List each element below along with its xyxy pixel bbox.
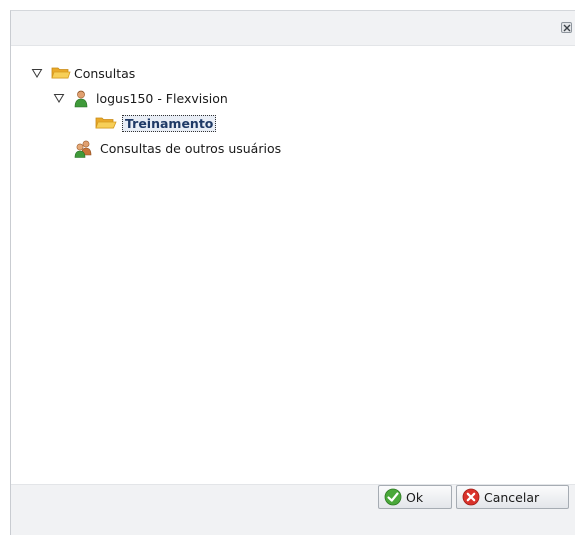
tree-node-other-users[interactable]: Consultas de outros usuários [73,139,282,158]
save-query-dialog: Consultas logus150 - Flexvision Treiname… [10,10,575,535]
tree-node-label-selected: Treinamento [122,114,217,132]
cancel-icon [462,488,480,506]
tree-node-label: logus150 - Flexvision [96,90,228,106]
ok-button-label: Ok [406,489,424,505]
folder-open-icon [95,115,117,131]
tree-node-treinamento[interactable]: Treinamento [95,114,217,132]
close-icon[interactable] [561,22,572,33]
expand-toggle-icon[interactable] [31,67,43,79]
query-tree: Consultas logus150 - Flexvision Treiname… [11,45,575,485]
cancel-button[interactable]: Cancelar [456,485,569,509]
user-icon [73,90,91,108]
tree-node-consultas[interactable]: Consultas [31,64,135,82]
cancel-button-label: Cancelar [484,489,540,505]
tree-node-label: Consultas de outros usuários [100,140,282,156]
folder-open-icon [51,65,71,81]
ok-button[interactable]: Ok [378,485,452,509]
expand-toggle-icon[interactable] [53,92,65,104]
dialog-titlebar [11,11,575,45]
users-group-icon [73,140,95,158]
check-icon [384,488,402,506]
tree-node-user[interactable]: logus150 - Flexvision [53,89,228,108]
tree-node-label: Consultas [74,65,136,81]
dialog-footer: Ok Cancelar [11,485,575,536]
